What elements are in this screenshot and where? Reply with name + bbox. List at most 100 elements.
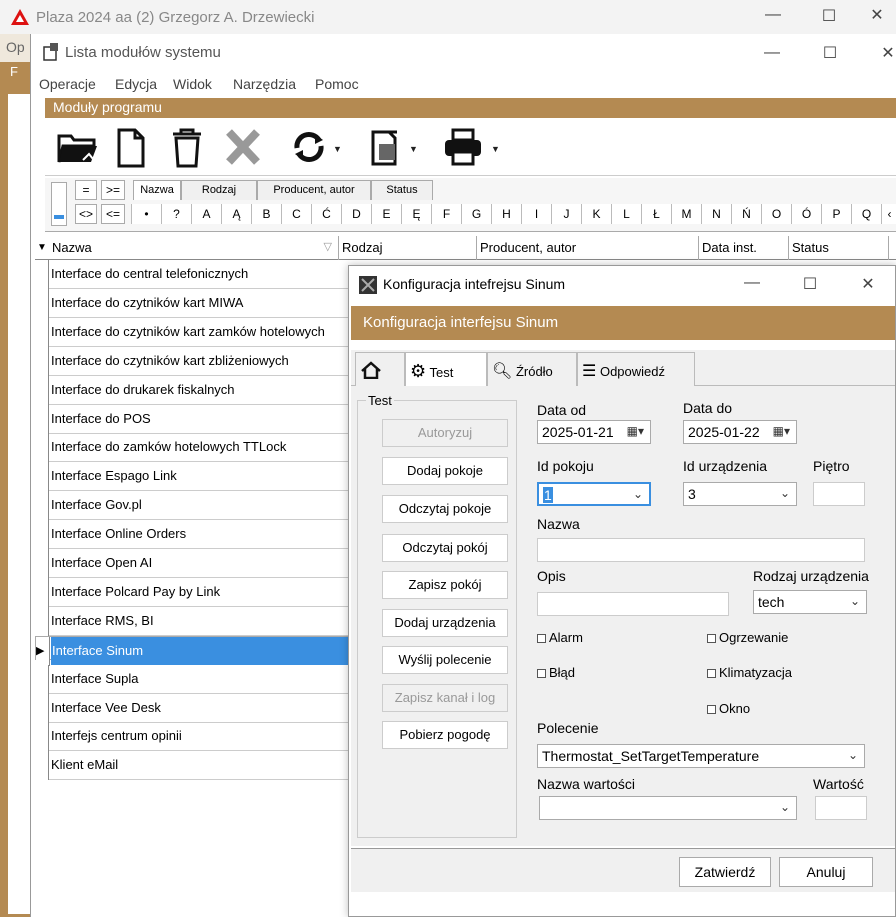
table-row[interactable]: Interface Espago Link	[35, 462, 355, 492]
calendar-icon[interactable]: ▦▾	[773, 424, 790, 438]
table-row[interactable]: Interface do czytników kart MIWA	[35, 288, 355, 318]
column-rodzaj[interactable]: Rodzaj	[339, 236, 477, 260]
letter-filter-23[interactable]: P	[821, 204, 851, 224]
device-type-select[interactable]: tech ⌄	[753, 590, 867, 614]
new-document-icon[interactable]	[109, 126, 153, 168]
table-row[interactable]: Interface do drukarek fiskalnych	[35, 375, 355, 405]
table-row[interactable]: Interface do czytników kart zbliżeniowyc…	[35, 346, 355, 376]
letter-filter-16[interactable]: L	[611, 204, 641, 224]
name-input[interactable]	[537, 538, 865, 562]
row-indicator[interactable]	[35, 375, 49, 405]
export-dropdown-icon[interactable]: ▼	[409, 144, 418, 154]
row-indicator[interactable]	[35, 520, 49, 550]
open-folder-icon[interactable]	[55, 126, 99, 168]
row-indicator[interactable]	[35, 577, 49, 607]
room-id-select[interactable]: 1 ⌄	[537, 482, 651, 506]
menu-narzedzia[interactable]: Narzędzia	[233, 76, 296, 92]
read-room-button[interactable]: Odczytaj pokój	[382, 534, 508, 562]
get-weather-button[interactable]: Pobierz pogodę	[382, 721, 508, 749]
delete-x-icon[interactable]	[221, 126, 265, 168]
tab-home[interactable]	[355, 352, 405, 386]
letter-filter-22[interactable]: Ó	[791, 204, 821, 224]
table-row[interactable]: Interface RMS, BI	[35, 606, 355, 636]
letter-filter-8[interactable]: E	[371, 204, 401, 224]
row-indicator[interactable]	[35, 462, 49, 492]
maximize-button[interactable]: ☐	[814, 6, 844, 26]
letter-filter-4[interactable]: B	[251, 204, 281, 224]
checkbox-box[interactable]	[537, 669, 546, 679]
letter-filter-9[interactable]: Ę	[401, 204, 431, 224]
letter-filter-1[interactable]: ?	[161, 204, 191, 224]
letter-filter-11[interactable]: G	[461, 204, 491, 224]
table-row[interactable]: Interface Polcard Pay by Link	[35, 577, 355, 607]
letter-filter-10[interactable]: F	[431, 204, 461, 224]
tab-test[interactable]: ⚙ Test	[405, 352, 487, 387]
op-equal-button[interactable]: =	[75, 180, 97, 200]
letter-filter-3[interactable]: Ą	[221, 204, 251, 224]
command-select[interactable]: Thermostat_SetTargetTemperature ⌄	[537, 744, 865, 768]
close-button[interactable]: ✕	[862, 5, 892, 25]
letter-filter-5[interactable]: C	[281, 204, 311, 224]
op-neq-button[interactable]: <>	[75, 204, 97, 224]
table-row[interactable]: Interface do zamków hotelowych TTLock	[35, 433, 355, 463]
letter-scroll-left-icon[interactable]: ‹	[881, 204, 896, 224]
device-id-select[interactable]: 3 ⌄	[683, 482, 797, 506]
row-indicator[interactable]	[35, 317, 49, 347]
heating-checkbox[interactable]: Ogrzewanie	[707, 630, 788, 645]
letter-filter-7[interactable]: D	[341, 204, 371, 224]
table-row[interactable]: Interface Gov.pl	[35, 491, 355, 521]
checkbox-box[interactable]	[707, 669, 716, 679]
letter-filter-20[interactable]: Ń	[731, 204, 761, 224]
value-name-select[interactable]: ⌄	[539, 796, 797, 820]
minimize-button[interactable]: —	[758, 6, 788, 24]
cancel-button[interactable]: Anuluj	[779, 857, 873, 887]
letter-filter-21[interactable]: O	[761, 204, 791, 224]
refresh-dropdown-icon[interactable]: ▼	[333, 144, 342, 154]
module-maximize-button[interactable]: ☐	[815, 43, 845, 63]
letter-filter-17[interactable]: Ł	[641, 204, 671, 224]
table-row[interactable]: Klient eMail	[35, 751, 355, 781]
date-to-picker[interactable]: 2025-01-22 ▦▾	[683, 420, 797, 444]
row-indicator[interactable]	[35, 404, 49, 434]
date-from-picker[interactable]: 2025-01-21 ▦▾	[537, 420, 651, 444]
table-row[interactable]: Interface do czytników kart zamków hotel…	[35, 317, 355, 347]
letter-filter-14[interactable]: J	[551, 204, 581, 224]
read-rooms-button[interactable]: Odczytaj pokoje	[382, 495, 508, 523]
floor-input[interactable]	[813, 482, 865, 506]
row-indicator[interactable]	[35, 693, 49, 723]
row-indicator[interactable]	[35, 288, 49, 318]
column-producent[interactable]: Producent, autor	[477, 236, 699, 260]
table-row[interactable]: Interface Online Orders	[35, 520, 355, 550]
table-row[interactable]: Interface Vee Desk	[35, 693, 355, 723]
table-row[interactable]: Interface Supla	[35, 664, 355, 694]
menu-operacje[interactable]: Operacje	[39, 76, 96, 92]
menu-edycja[interactable]: Edycja	[115, 76, 157, 92]
save-channel-log-button[interactable]: Zapisz kanał i log	[382, 684, 508, 712]
letter-filter-2[interactable]: A	[191, 204, 221, 224]
alarm-checkbox[interactable]: Alarm	[537, 630, 583, 645]
trash-icon[interactable]	[165, 126, 209, 168]
row-indicator[interactable]	[35, 664, 49, 694]
letter-filter-12[interactable]: H	[491, 204, 521, 224]
table-row[interactable]: Interface do POS	[35, 404, 355, 434]
menu-pomoc[interactable]: Pomoc	[315, 76, 359, 92]
row-indicator[interactable]	[35, 722, 49, 752]
error-checkbox[interactable]: Błąd	[537, 665, 575, 680]
row-indicator[interactable]	[35, 751, 49, 781]
row-indicator[interactable]	[35, 260, 49, 289]
checkbox-box[interactable]	[707, 634, 716, 644]
letter-filter-0[interactable]: •	[131, 204, 161, 224]
column-data-inst[interactable]: Data inst.	[699, 236, 789, 260]
column-status[interactable]: Status	[789, 236, 889, 260]
dialog-maximize-button[interactable]: ☐	[795, 274, 825, 294]
desc-input[interactable]	[537, 592, 729, 616]
save-room-button[interactable]: Zapisz pokój	[382, 571, 508, 599]
menu-widok[interactable]: Widok	[173, 76, 212, 92]
row-indicator[interactable]	[35, 606, 49, 636]
print-dropdown-icon[interactable]: ▼	[491, 144, 500, 154]
letter-filter-24[interactable]: Q	[851, 204, 881, 224]
row-indicator[interactable]	[35, 346, 49, 376]
letter-filter-13[interactable]: I	[521, 204, 551, 224]
dialog-close-button[interactable]: ✕	[853, 274, 883, 294]
refresh-icon[interactable]	[287, 126, 331, 168]
